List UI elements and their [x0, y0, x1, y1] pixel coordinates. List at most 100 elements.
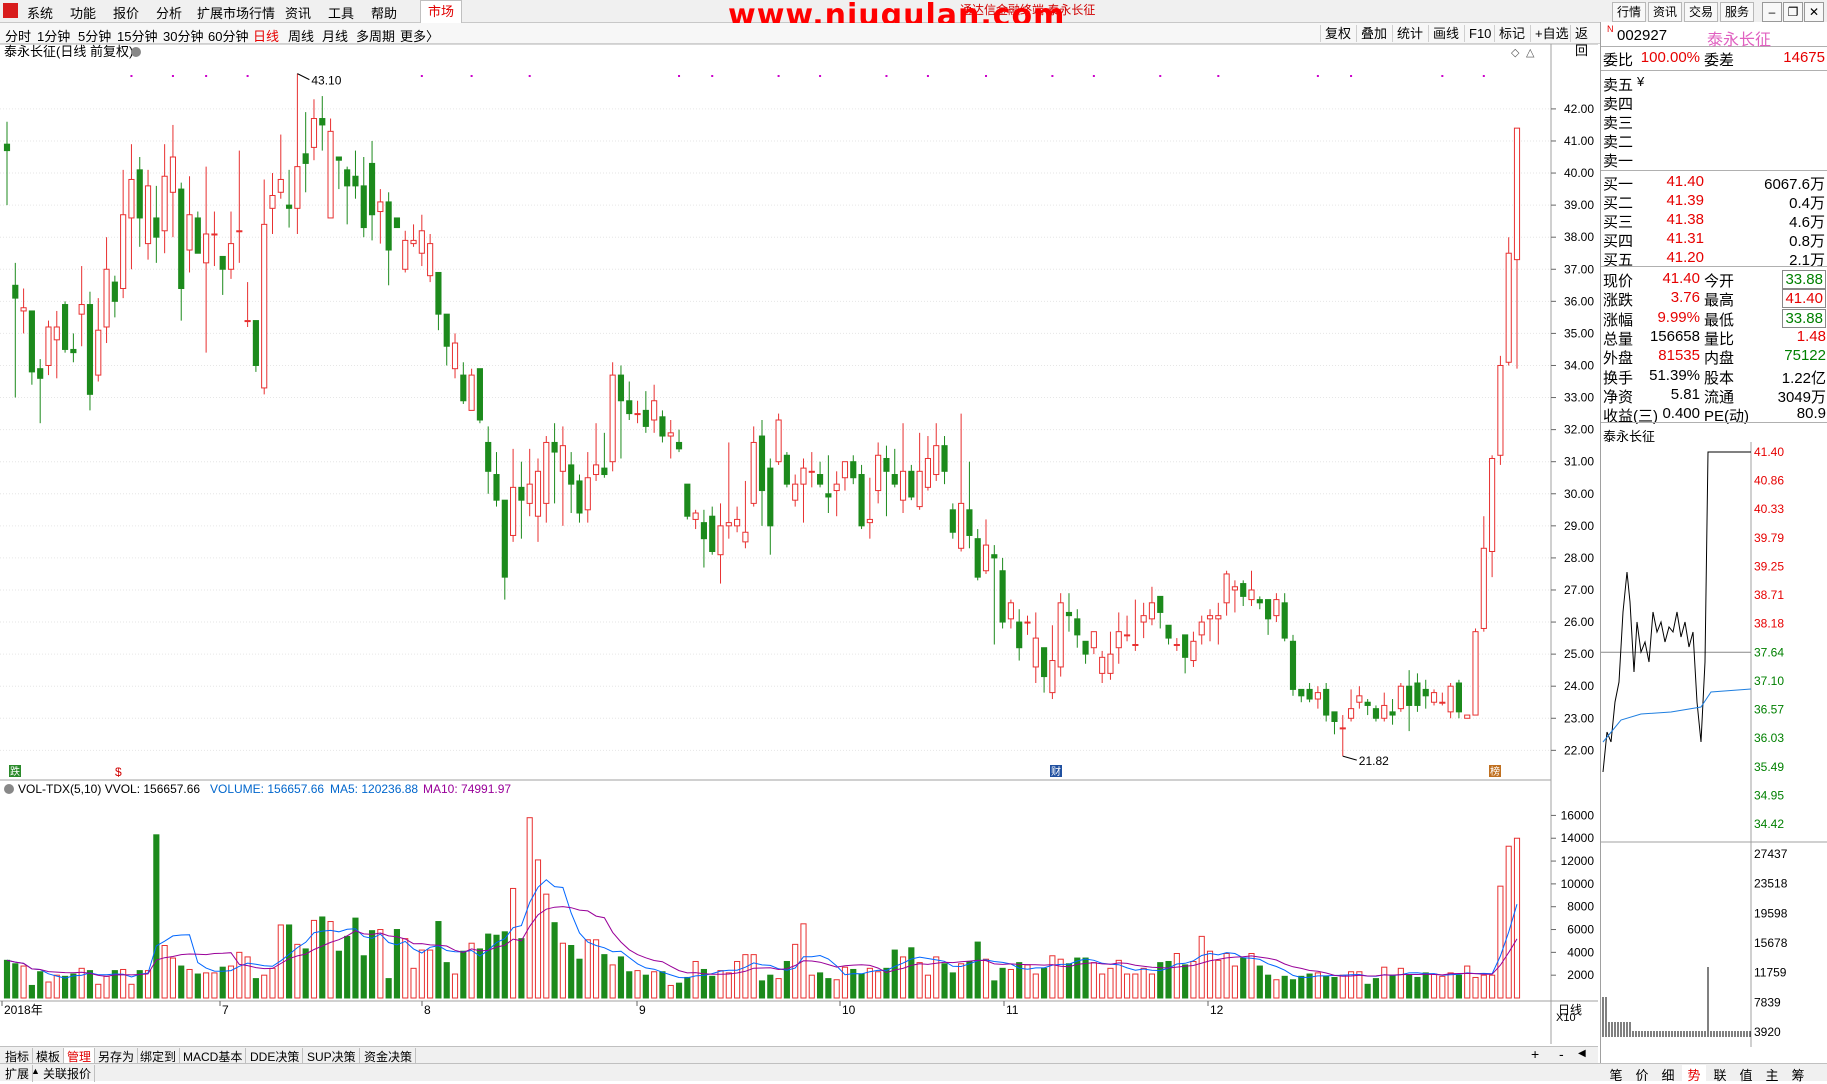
- menu-item-quote[interactable]: 报价: [113, 3, 139, 22]
- sell-row-1[interactable]: 卖一: [1601, 150, 1827, 170]
- volume-bar: [1215, 959, 1222, 999]
- tab-extend[interactable]: 扩展: [2, 1065, 34, 1082]
- panel-tab-strokes[interactable]: 笔: [1604, 1065, 1628, 1084]
- buy-row-3[interactable]: 买三 41.38 4.6万: [1601, 211, 1827, 231]
- menu-item-help[interactable]: 帮助: [371, 3, 397, 22]
- volume-bar: [1472, 976, 1479, 999]
- menu-bar: 系统 功能 报价 分析 扩展市场行情 资讯 工具 帮助 市场 通达信金融终端 泰…: [0, 0, 1827, 33]
- volume-bar: [758, 980, 766, 999]
- panel-tab-link[interactable]: 联: [1708, 1065, 1732, 1084]
- period-multi[interactable]: 多周期: [356, 26, 395, 45]
- kline-chart[interactable]: 42.00 41.00 40.00 39.00 38.00 37.00 36.00 35.00…: [0, 44, 1598, 1044]
- diamond-icon[interactable]: ◇: [1511, 47, 1520, 59]
- volume-bar: [1107, 967, 1114, 999]
- volume-bar: [1099, 973, 1106, 999]
- stat-label: 最高: [1704, 292, 1735, 310]
- top-button-news[interactable]: 资讯: [1648, 2, 1683, 22]
- period-more[interactable]: 更多〉: [400, 26, 439, 45]
- volume-bar: [501, 931, 508, 999]
- tool-add-watchlist[interactable]: +自选: [1530, 25, 1569, 42]
- top-button-market[interactable]: 行情: [1612, 2, 1647, 22]
- mini-avg-line: [1602, 688, 1752, 743]
- buy-price: 41.20: [1666, 249, 1704, 266]
- volume-bar: [725, 972, 732, 999]
- stat-value: 1.48: [1796, 327, 1826, 345]
- menu-item-function[interactable]: 功能: [70, 3, 96, 22]
- candle-body: [1240, 583, 1247, 597]
- tool-draw[interactable]: 画线: [1428, 25, 1459, 42]
- intraday-mini-chart[interactable]: 41.40 40.86 40.33 39.79 39.25 38.71 38.18 37.64…: [1601, 442, 1827, 1062]
- candle-body: [128, 178, 135, 219]
- tool-adjust[interactable]: 复权: [1320, 25, 1351, 42]
- menu-item-news[interactable]: 资讯: [285, 3, 311, 22]
- volume-bar: [1298, 975, 1305, 999]
- candle-body: [86, 304, 94, 395]
- mini-price-label: 37.10: [1754, 674, 1784, 688]
- restore-icon[interactable]: ❐: [1783, 2, 1803, 22]
- panel-tab-detail[interactable]: 细: [1656, 1065, 1680, 1084]
- period-daily[interactable]: 日线: [253, 26, 279, 45]
- stat-label: 涨跌: [1603, 292, 1634, 310]
- menu-item-ext-market[interactable]: 扩展市场行情: [197, 3, 275, 22]
- period-5min[interactable]: 5分钟: [78, 26, 111, 45]
- scroll-left-icon[interactable]: ◀: [1578, 1048, 1586, 1059]
- buy-volume: 6067.6万: [1764, 176, 1825, 193]
- volume-bar: [991, 980, 998, 999]
- volume-bar: [236, 951, 243, 999]
- candle-body: [908, 470, 915, 498]
- panel-tab-trend[interactable]: 势: [1682, 1065, 1706, 1084]
- buy-row-2[interactable]: 买二 41.39 0.4万: [1601, 192, 1827, 212]
- minus-indicator-icon[interactable]: -: [1559, 1046, 1564, 1062]
- tool-overlay[interactable]: 叠加: [1356, 25, 1387, 42]
- event-dot: [777, 75, 780, 77]
- period-60min[interactable]: 60分钟: [208, 26, 248, 45]
- mini-vol-label: 7839: [1754, 995, 1781, 1009]
- menu-item-market[interactable]: 市场: [420, 0, 462, 24]
- candle-body: [219, 255, 226, 270]
- tool-f10[interactable]: F10: [1464, 25, 1491, 42]
- period-15min[interactable]: 15分钟: [117, 26, 157, 45]
- dropdown-arrow-icon[interactable]: ▲: [31, 1066, 40, 1076]
- period-1min[interactable]: 1分钟: [37, 26, 70, 45]
- volume-bar: [20, 965, 27, 999]
- tool-mark[interactable]: 标记: [1494, 25, 1525, 42]
- minimize-icon[interactable]: –: [1762, 2, 1782, 22]
- candle-body: [194, 217, 201, 254]
- menu-item-analysis[interactable]: 分析: [156, 3, 182, 22]
- menu-item-tools[interactable]: 工具: [328, 3, 354, 22]
- period-intraday[interactable]: 分时: [5, 26, 31, 45]
- buy-row-4[interactable]: 买四 41.31 0.8万: [1601, 230, 1827, 250]
- candle-body: [28, 310, 35, 373]
- vol-indicator-dropdown-icon[interactable]: [4, 784, 14, 794]
- volume-bar: [675, 982, 683, 999]
- panel-tab-price[interactable]: 价: [1630, 1065, 1654, 1084]
- menu-item-system[interactable]: 系统: [27, 3, 53, 22]
- top-button-service[interactable]: 服务: [1720, 2, 1755, 22]
- panel-tab-chips[interactable]: 筹: [1786, 1065, 1810, 1084]
- tool-stats[interactable]: 统计: [1392, 25, 1423, 42]
- sell-row-4[interactable]: 卖四: [1601, 93, 1827, 113]
- period-weekly[interactable]: 周线: [288, 26, 314, 45]
- add-indicator-icon[interactable]: +: [1531, 1046, 1539, 1062]
- candle-body: [70, 348, 77, 354]
- volume-bar: [1489, 974, 1496, 999]
- panel-tab-value[interactable]: 值: [1734, 1065, 1758, 1084]
- top-button-trade[interactable]: 交易: [1684, 2, 1719, 22]
- chart-title-dropdown-icon[interactable]: [131, 47, 141, 57]
- tab-related-quote[interactable]: 关联报价: [40, 1065, 96, 1082]
- sell-row-3[interactable]: 卖三: [1601, 112, 1827, 132]
- arrow-up-icon[interactable]: △: [1526, 47, 1535, 59]
- tool-back[interactable]: 返回: [1570, 25, 1600, 58]
- buy-label: 买二: [1603, 195, 1634, 212]
- mini-price-label: 41.40: [1754, 445, 1784, 459]
- event-dot: [171, 75, 174, 77]
- candle-body: [493, 474, 500, 501]
- period-monthly[interactable]: 月线: [322, 26, 348, 45]
- close-icon[interactable]: ✕: [1804, 2, 1824, 22]
- sell-row-2[interactable]: 卖二: [1601, 131, 1827, 151]
- period-30min[interactable]: 30分钟: [163, 26, 203, 45]
- sell-row-5[interactable]: 卖五 ¥: [1601, 74, 1827, 94]
- buy-row-1[interactable]: 买一 41.40 6067.6万: [1601, 173, 1827, 193]
- volume-bar: [659, 971, 666, 999]
- panel-tab-main[interactable]: 主: [1760, 1065, 1784, 1084]
